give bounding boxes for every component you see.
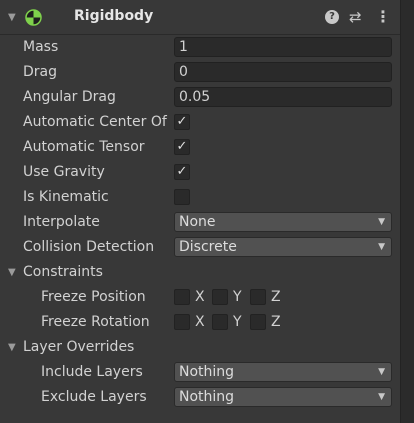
dropdown-arrow-icon: ▼ bbox=[378, 392, 385, 402]
freeze-rotation-label: Freeze Rotation bbox=[41, 314, 150, 330]
presets-icon[interactable]: ⇄ bbox=[349, 9, 362, 25]
include-layers-value: Nothing bbox=[179, 364, 235, 380]
mass-input[interactable]: 1 bbox=[174, 37, 392, 57]
use-gravity-label: Use Gravity bbox=[23, 164, 105, 180]
use-gravity-checkbox[interactable]: ✓ bbox=[174, 164, 190, 180]
constraints-label: Constraints bbox=[23, 264, 103, 280]
context-menu-icon[interactable]: ⋮ bbox=[375, 9, 391, 25]
layer-overrides-label: Layer Overrides bbox=[23, 339, 135, 355]
is-kinematic-checkbox[interactable] bbox=[174, 189, 190, 205]
automatic-tensor-checkbox[interactable]: ✓ bbox=[174, 139, 190, 155]
exclude-layers-label: Exclude Layers bbox=[41, 389, 147, 405]
angular-drag-row: Angular Drag 0.05 bbox=[0, 85, 400, 110]
exclude-layers-dropdown[interactable]: Nothing ▼ bbox=[174, 387, 392, 407]
collision-detection-label: Collision Detection bbox=[23, 239, 155, 255]
collision-detection-dropdown[interactable]: Discrete ▼ bbox=[174, 237, 392, 257]
dropdown-arrow-icon: ▼ bbox=[378, 242, 385, 252]
angular-drag-input[interactable]: 0.05 bbox=[174, 87, 392, 107]
interpolate-dropdown[interactable]: None ▼ bbox=[174, 212, 392, 232]
interpolate-row: Interpolate None ▼ bbox=[0, 210, 400, 235]
freeze-rotation-x-label: X bbox=[195, 314, 205, 330]
freeze-position-label: Freeze Position bbox=[41, 289, 146, 305]
include-layers-dropdown[interactable]: Nothing ▼ bbox=[174, 362, 392, 382]
freeze-position-x-checkbox[interactable] bbox=[174, 289, 190, 305]
foldout-arrow-icon[interactable]: ▼ bbox=[8, 268, 16, 278]
collision-detection-row: Collision Detection Discrete ▼ bbox=[0, 235, 400, 260]
drag-input[interactable]: 0 bbox=[174, 62, 392, 82]
exclude-layers-value: Nothing bbox=[179, 389, 235, 405]
mass-label: Mass bbox=[23, 39, 59, 55]
freeze-position-y-label: Y bbox=[233, 289, 242, 305]
include-layers-label: Include Layers bbox=[41, 364, 143, 380]
help-icon[interactable]: ? bbox=[325, 10, 339, 24]
vertical-scrollbar[interactable] bbox=[400, 0, 414, 423]
dropdown-arrow-icon: ▼ bbox=[378, 217, 385, 227]
automatic-tensor-row: Automatic Tensor ✓ bbox=[0, 135, 400, 160]
component-header[interactable]: ▼ Rigidbody ? ⇄ ⋮ bbox=[0, 0, 400, 35]
mass-row: Mass 1 bbox=[0, 35, 400, 60]
dropdown-arrow-icon: ▼ bbox=[378, 367, 385, 377]
is-kinematic-row: Is Kinematic bbox=[0, 185, 400, 210]
include-layers-row: Include Layers Nothing ▼ bbox=[0, 360, 400, 385]
automatic-tensor-label: Automatic Tensor bbox=[23, 139, 145, 155]
freeze-rotation-row: Freeze Rotation X Y Z bbox=[0, 310, 400, 335]
freeze-position-x-label: X bbox=[195, 289, 205, 305]
angular-drag-label: Angular Drag bbox=[23, 89, 116, 105]
drag-row: Drag 0 bbox=[0, 60, 400, 85]
freeze-rotation-y-label: Y bbox=[233, 314, 242, 330]
component-title: Rigidbody bbox=[74, 8, 154, 24]
drag-label: Drag bbox=[23, 64, 58, 80]
freeze-rotation-z-label: Z bbox=[271, 314, 281, 330]
collapse-arrow-icon[interactable]: ▼ bbox=[8, 13, 16, 23]
use-gravity-row: Use Gravity ✓ bbox=[0, 160, 400, 185]
rigidbody-icon bbox=[25, 9, 42, 26]
is-kinematic-label: Is Kinematic bbox=[23, 189, 109, 205]
freeze-rotation-x-checkbox[interactable] bbox=[174, 314, 190, 330]
foldout-arrow-icon[interactable]: ▼ bbox=[8, 343, 16, 353]
freeze-position-y-checkbox[interactable] bbox=[212, 289, 228, 305]
freeze-rotation-z-checkbox[interactable] bbox=[250, 314, 266, 330]
collision-detection-value: Discrete bbox=[179, 239, 237, 255]
exclude-layers-row: Exclude Layers Nothing ▼ bbox=[0, 385, 400, 410]
automatic-center-of-mass-label: Automatic Center Of bbox=[23, 114, 167, 130]
constraints-foldout[interactable]: ▼ Constraints bbox=[0, 260, 400, 285]
interpolate-label: Interpolate bbox=[23, 214, 100, 230]
automatic-center-of-mass-checkbox[interactable]: ✓ bbox=[174, 114, 190, 130]
freeze-position-row: Freeze Position X Y Z bbox=[0, 285, 400, 310]
interpolate-value: None bbox=[179, 214, 216, 230]
freeze-position-z-checkbox[interactable] bbox=[250, 289, 266, 305]
automatic-center-of-mass-row: Automatic Center Of ✓ bbox=[0, 110, 400, 135]
layer-overrides-foldout[interactable]: ▼ Layer Overrides bbox=[0, 335, 400, 360]
rigidbody-inspector-panel: ▼ Rigidbody ? ⇄ ⋮ Mass 1 Drag 0 Angular … bbox=[0, 0, 400, 423]
freeze-rotation-y-checkbox[interactable] bbox=[212, 314, 228, 330]
freeze-position-z-label: Z bbox=[271, 289, 281, 305]
